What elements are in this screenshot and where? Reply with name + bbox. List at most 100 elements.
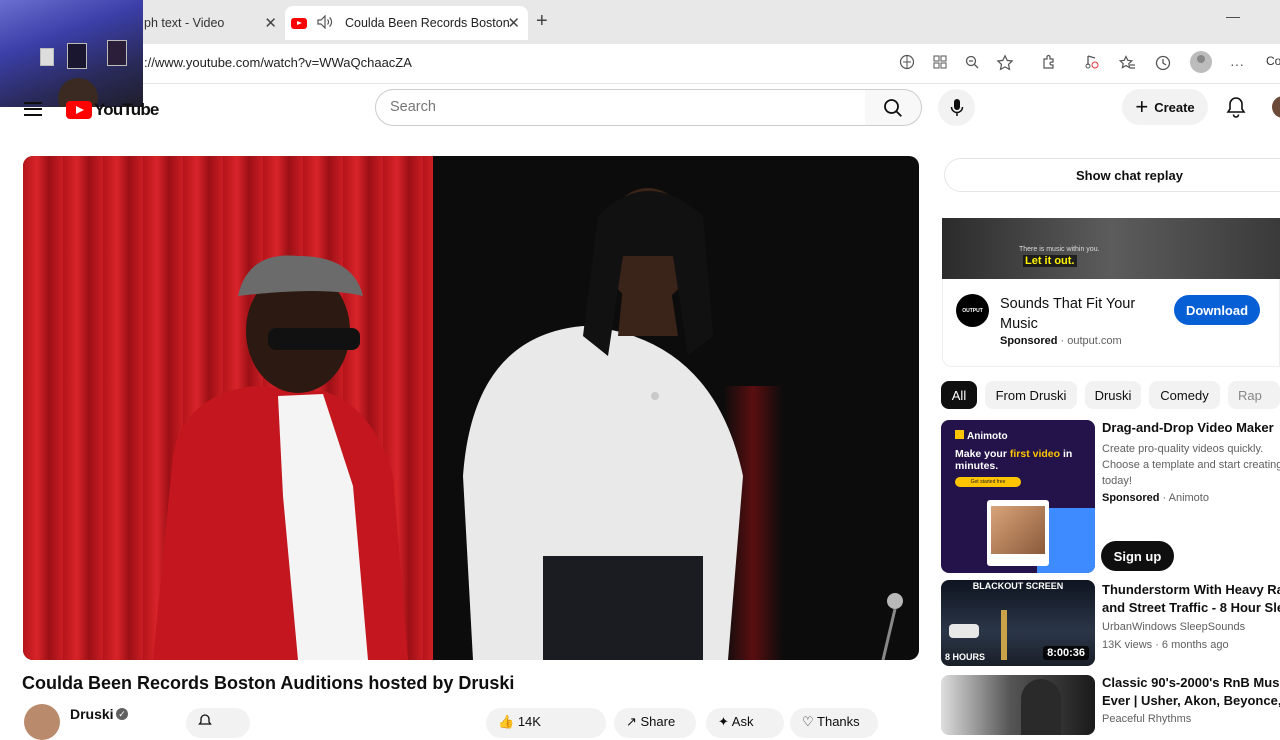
singer-silhouette (1021, 679, 1061, 735)
like-icon: 👍 (498, 714, 515, 729)
history-icon[interactable] (1153, 54, 1173, 74)
sidebar-item-title-line2[interactable]: Ever | Usher, Akon, Beyonce, ... (1102, 692, 1280, 710)
youtube-wordmark: YouTube (94, 100, 159, 119)
search-input[interactable] (390, 90, 850, 124)
apps-grid-icon[interactable] (930, 54, 950, 74)
like-dislike-button[interactable]: 👍 14K (486, 708, 606, 738)
browser-tab-bar: ph text - Video ✕ Coulda Been Records Bo… (0, 0, 1280, 44)
thanks-button[interactable]: ♡ Thanks (790, 708, 878, 738)
thanks-label: Thanks (817, 714, 860, 729)
webcam-overlay (0, 0, 143, 107)
car-shape (949, 624, 979, 638)
voice-search-button[interactable] (938, 89, 975, 126)
animoto-photo-card (987, 500, 1049, 566)
thumbnail-top-label: BLACKOUT SCREEN (972, 581, 1064, 591)
animoto-get-started: Get started free (955, 477, 1021, 487)
address-bar: ://www.youtube.com/watch?v=WWaQchaacZA ·… (0, 44, 1280, 84)
chip-all[interactable]: All (941, 381, 977, 409)
sidebar-item-channel[interactable]: UrbanWindows SleepSounds (1102, 619, 1245, 635)
zoom-icon[interactable] (962, 54, 982, 74)
ad-banner-caption: Let it out. (1023, 255, 1077, 267)
ad-title[interactable]: Sounds That Fit Your Music (1000, 294, 1160, 334)
sidebar-item-meta: 13K views · 6 months ago (1102, 639, 1229, 651)
wall-poster (67, 43, 87, 69)
channel-avatar[interactable] (24, 704, 60, 740)
media-control-icon[interactable] (1082, 54, 1102, 74)
sidebar-item-desc: Create pro-quality videos quickly. (1102, 443, 1264, 455)
output-logo[interactable]: OUTPUT (956, 294, 989, 327)
youtube-logo[interactable]: YouTube (66, 100, 159, 120)
advertiser-name: Animoto (1168, 492, 1209, 504)
duration-badge: 8:00:36 (1043, 646, 1089, 660)
close-tab-icon[interactable]: ✕ (264, 14, 277, 32)
like-count: 14K (517, 714, 541, 729)
ask-label: Ask (731, 714, 754, 729)
animoto-ad-thumbnail[interactable]: Animoto Make your first video in minutes… (941, 420, 1095, 573)
browser-tab-inactive[interactable]: ph text - Video ✕ (140, 6, 285, 40)
sign-up-button[interactable]: Sign up (1101, 541, 1174, 571)
more-menu-icon[interactable]: ··· (1227, 54, 1247, 74)
ad-domain: output.com (1067, 335, 1122, 347)
url-field[interactable]: ://www.youtube.com/watch?v=WWaQchaacZA (144, 55, 412, 70)
favorites-icon[interactable] (1117, 54, 1137, 74)
search-button[interactable] (865, 89, 922, 126)
copilot-label[interactable]: Co (1266, 54, 1280, 68)
sponsored-label: Sponsored (1102, 492, 1160, 504)
heart-dollar-icon: ♡ (802, 714, 818, 729)
close-tab-icon[interactable]: ✕ (507, 14, 520, 32)
chip-comedy[interactable]: Comedy (1149, 381, 1220, 409)
video-thumbnail[interactable] (941, 675, 1095, 735)
youtube-favicon-icon (291, 17, 307, 29)
sidebar-item-desc: today! (1102, 475, 1132, 487)
sidebar-item-title[interactable]: Classic 90's-2000's RnB Music (1102, 674, 1280, 692)
streetlight-shape (1001, 610, 1007, 660)
search-icon (884, 98, 902, 117)
animoto-brand: Animoto (955, 430, 1008, 442)
search-box (375, 89, 866, 126)
browser-tab-active[interactable]: Coulda Been Records Boston ✕ (285, 6, 528, 40)
thumbnail-bottom-label: 8 HOURS (945, 652, 986, 662)
share-label: Share (640, 714, 676, 729)
extensions-icon[interactable] (1039, 54, 1059, 74)
download-button[interactable]: Download (1174, 295, 1260, 325)
new-tab-icon[interactable]: + (536, 10, 548, 33)
sidebar-item-title-line2[interactable]: and Street Traffic - 8 Hour Slee... (1102, 599, 1280, 617)
youtube-play-icon (66, 101, 92, 119)
chip-druski[interactable]: Druski (1085, 381, 1141, 409)
sidebar-item-title[interactable]: Thunderstorm With Heavy Rain (1102, 581, 1280, 599)
wall-poster (40, 48, 54, 66)
show-chat-replay-button[interactable]: Show chat replay (944, 158, 1280, 192)
video-player[interactable] (23, 156, 919, 660)
favorite-star-icon[interactable] (995, 54, 1015, 74)
wall-poster (107, 40, 127, 66)
tab-label: ph text - Video (144, 16, 225, 30)
sparkle-icon: ✦ (718, 714, 732, 729)
animoto-headline: Make your first video in minutes. (955, 448, 1073, 472)
menu-icon[interactable] (24, 102, 42, 120)
microphone-icon (950, 98, 963, 116)
account-avatar[interactable] (1272, 96, 1280, 118)
tab-label: Coulda Been Records Boston (345, 16, 510, 30)
chip-rap[interactable]: Rap (1228, 381, 1280, 409)
notifications-bell-icon[interactable] (1226, 96, 1246, 123)
ad-banner-caption-small: There is music within you. (1019, 246, 1100, 253)
chat-replay-label: Show chat replay (1076, 167, 1183, 183)
sidebar-item-meta: Sponsored · Animoto (1102, 492, 1209, 504)
sidebar-item-channel[interactable]: Peaceful Rhythms (1102, 711, 1191, 727)
ad-sponsored-label: Sponsored (1000, 335, 1058, 347)
share-button[interactable]: ↗ Share (614, 708, 696, 738)
sidebar-item-title[interactable]: Drag-and-Drop Video Maker (1102, 419, 1280, 437)
chip-from-druski[interactable]: From Druski (985, 381, 1077, 409)
profile-avatar-icon[interactable] (1190, 51, 1212, 73)
video-frame-figures (153, 188, 903, 660)
ad-banner-image[interactable]: There is music within you. Let it out. (942, 218, 1280, 279)
subscribe-bell-button[interactable] (186, 708, 250, 738)
video-thumbnail[interactable]: BLACKOUT SCREEN 8 HOURS 8:00:36 (941, 580, 1095, 666)
minimize-window-icon[interactable]: — (1226, 8, 1240, 24)
verified-badge-icon: ✓ (116, 708, 128, 720)
plus-icon: + (1135, 94, 1149, 119)
translate-icon[interactable] (897, 54, 917, 74)
speaker-icon[interactable] (317, 14, 335, 32)
create-button[interactable]: + Create (1122, 89, 1208, 125)
ask-button[interactable]: ✦ Ask (706, 708, 784, 738)
